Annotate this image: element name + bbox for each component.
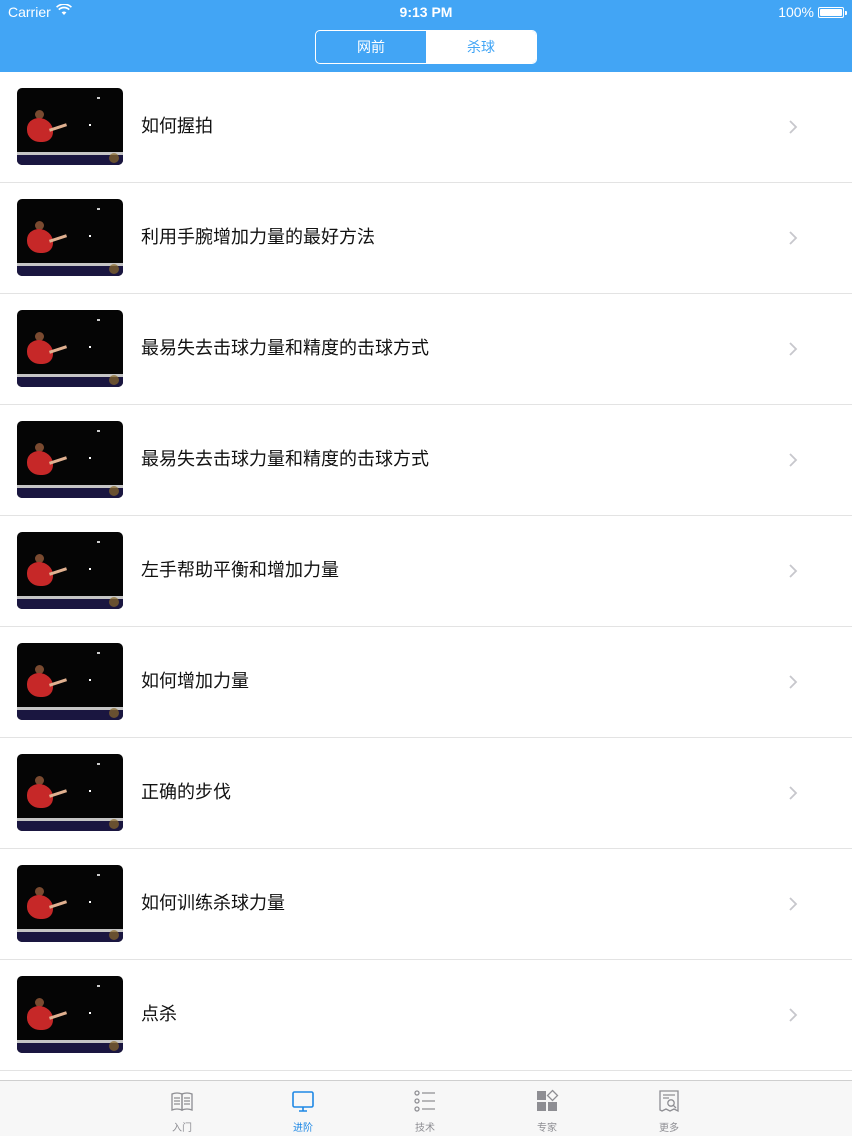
list-item-title: 利用手腕增加力量的最好方法 [141,227,375,248]
video-thumbnail [17,976,123,1053]
chevron-right-icon [789,675,798,689]
list-item[interactable]: 如何握拍 [0,72,852,183]
segment-net-front[interactable]: 网前 [316,31,426,63]
list-item[interactable]: 最易失去击球力量和精度的击球方式 [0,405,852,516]
video-thumbnail [17,421,123,498]
tab-beginner[interactable]: 入门 [142,1081,222,1136]
segmented-control: 网前 杀球 [315,30,537,64]
tab-expert-label: 专家 [537,1123,557,1134]
chevron-right-icon [789,564,798,578]
monitor-icon [292,1091,314,1112]
book-icon [171,1092,193,1111]
list-item-title: 最易失去击球力量和精度的击球方式 [141,338,429,359]
chevron-right-icon [789,897,798,911]
list-item-title: 如何握拍 [141,116,213,137]
list-item[interactable]: 利用手腕增加力量的最好方法 [0,183,852,294]
lesson-list: 如何握拍利用手腕增加力量的最好方法最易失去击球力量和精度的击球方式 最易失去击球力… [0,72,852,1071]
battery-percent: 100% [778,4,814,20]
video-thumbnail [17,865,123,942]
chevron-right-icon [789,231,798,245]
video-thumbnail [17,532,123,609]
tab-more[interactable]: 更多 [629,1081,709,1136]
tab-advanced-label: 进阶 [293,1123,313,1134]
list-item[interactable]: 如何训练杀球力量 [0,849,852,960]
tab-bar: 入门 进阶 技术 专家 更多 [0,1080,852,1136]
chevron-right-icon [789,342,798,356]
chevron-right-icon [789,453,798,467]
clock: 9:13 PM [399,4,453,20]
list-item-title: 如何训练杀球力量 [141,893,285,914]
list-item-title: 点杀 [141,1004,177,1025]
chevron-right-icon [789,786,798,800]
tab-more-label: 更多 [659,1123,679,1134]
tab-beginner-label: 入门 [172,1123,192,1134]
list-item[interactable]: 左手帮助平衡和增加力量 [0,516,852,627]
list-item-title: 左手帮助平衡和增加力量 [141,560,339,581]
list-item[interactable]: 如何增加力量 [0,627,852,738]
navigation-header: Carrier 9:13 PM 100% 网前 杀球 [0,0,852,72]
list-item[interactable]: 正确的步伐 [0,738,852,849]
list-item-title: 正确的步伐 [141,782,231,803]
grid-icon [537,1089,559,1111]
list-icon [414,1090,435,1112]
list-item-title: 最易失去击球力量和精度的击球方式 [141,449,429,470]
video-thumbnail [17,88,123,165]
video-thumbnail [17,643,123,720]
video-thumbnail [17,199,123,276]
tab-technique[interactable]: 技术 [385,1081,465,1136]
video-thumbnail [17,754,123,831]
video-thumbnail [17,310,123,387]
chevron-right-icon [789,1008,798,1022]
battery-icon [818,7,847,18]
list-item-title: 如何增加力量 [141,671,249,692]
tab-advanced[interactable]: 进阶 [263,1081,343,1136]
segment-smash[interactable]: 杀球 [426,31,536,63]
list-item[interactable]: 最易失去击球力量和精度的击球方式 [0,294,852,405]
chevron-right-icon [789,120,798,134]
tab-technique-label: 技术 [415,1123,435,1134]
list-item[interactable]: 点杀 [0,960,852,1071]
document-icon [659,1090,679,1113]
tab-expert[interactable]: 专家 [507,1081,587,1136]
status-bar: Carrier 9:13 PM 100% [0,0,852,26]
